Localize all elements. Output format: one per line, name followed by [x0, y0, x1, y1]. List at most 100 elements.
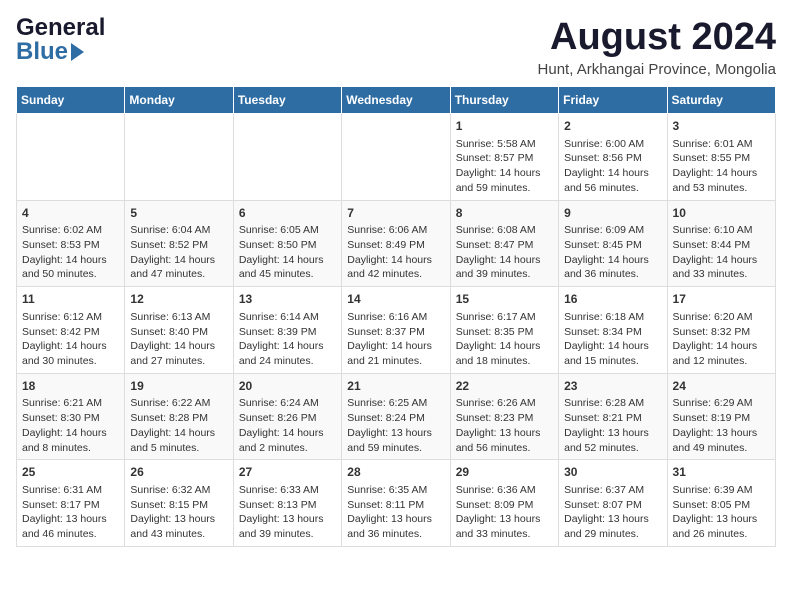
calendar-cell: 4Sunrise: 6:02 AMSunset: 8:53 PMDaylight…	[17, 200, 125, 287]
day-number: 15	[456, 291, 553, 308]
calendar-cell: 3 Sunrise: 6:01 AMSunset: 8:55 PMDaylight…	[667, 114, 775, 201]
day-info: Sunrise: 6:24 AMSunset: 8:26 PMDaylight:…	[239, 396, 336, 455]
day-number: 25	[22, 464, 119, 481]
day-info: Sunrise: 6:37 AMSunset: 8:07 PMDaylight:…	[564, 483, 661, 542]
day-number: 6	[239, 205, 336, 222]
day-info: Sunrise: 6:39 AMSunset: 8:05 PMDaylight:…	[673, 483, 770, 542]
day-number: 23	[564, 378, 661, 395]
calendar-cell	[125, 114, 233, 201]
day-number: 2	[564, 118, 661, 135]
calendar-cell: 30Sunrise: 6:37 AMSunset: 8:07 PMDayligh…	[559, 460, 667, 547]
day-header-tuesday: Tuesday	[233, 87, 341, 114]
day-number: 21	[347, 378, 444, 395]
day-info: Sunrise: 6:29 AMSunset: 8:19 PMDaylight:…	[673, 396, 770, 455]
calendar-cell: 6Sunrise: 6:05 AMSunset: 8:50 PMDaylight…	[233, 200, 341, 287]
calendar-cell: 23Sunrise: 6:28 AMSunset: 8:21 PMDayligh…	[559, 373, 667, 460]
logo-blue-text: Blue	[16, 40, 68, 64]
day-info: Sunrise: 6:01 AMSunset: 8:55 PMDaylight:…	[673, 137, 770, 196]
day-info: Sunrise: 6:16 AMSunset: 8:37 PMDaylight:…	[347, 310, 444, 369]
day-info: Sunrise: 6:20 AMSunset: 8:32 PMDaylight:…	[673, 310, 770, 369]
calendar-cell: 11 Sunrise: 6:12 AMSunset: 8:42 PMDayligh…	[17, 287, 125, 374]
calendar-cell: 2Sunrise: 6:00 AMSunset: 8:56 PMDaylight…	[559, 114, 667, 201]
day-header-thursday: Thursday	[450, 87, 558, 114]
day-number: 19	[130, 378, 227, 395]
day-header-wednesday: Wednesday	[342, 87, 450, 114]
day-info: Sunrise: 6:08 AMSunset: 8:47 PMDaylight:…	[456, 223, 553, 282]
calendar-cell: 10Sunrise: 6:10 AMSunset: 8:44 PMDayligh…	[667, 200, 775, 287]
day-info: Sunrise: 6:13 AMSunset: 8:40 PMDaylight:…	[130, 310, 227, 369]
calendar-cell: 28 Sunrise: 6:35 AMSunset: 8:11 PMDayligh…	[342, 460, 450, 547]
calendar-week-row: 18Sunrise: 6:21 AMSunset: 8:30 PMDayligh…	[17, 373, 776, 460]
day-info: Sunrise: 6:35 AMSunset: 8:11 PMDaylight:…	[347, 483, 444, 542]
calendar-cell: 24Sunrise: 6:29 AMSunset: 8:19 PMDayligh…	[667, 373, 775, 460]
page-header: General Blue August 2024 Hunt, Arkhangai…	[16, 16, 776, 78]
calendar-cell: 22Sunrise: 6:26 AMSunset: 8:23 PMDayligh…	[450, 373, 558, 460]
calendar-cell: 5Sunrise: 6:04 AMSunset: 8:52 PMDaylight…	[125, 200, 233, 287]
calendar-header-row: SundayMondayTuesdayWednesdayThursdayFrid…	[17, 87, 776, 114]
day-number: 16	[564, 291, 661, 308]
calendar-cell	[342, 114, 450, 201]
calendar-cell: 20Sunrise: 6:24 AMSunset: 8:26 PMDayligh…	[233, 373, 341, 460]
day-info: Sunrise: 6:28 AMSunset: 8:21 PMDaylight:…	[564, 396, 661, 455]
day-number: 5	[130, 205, 227, 222]
calendar-cell: 13 Sunrise: 6:14 AMSunset: 8:39 PMDayligh…	[233, 287, 341, 374]
day-info: Sunrise: 6:26 AMSunset: 8:23 PMDaylight:…	[456, 396, 553, 455]
calendar-title: August 2024	[538, 16, 776, 59]
day-info: Sunrise: 6:25 AMSunset: 8:24 PMDaylight:…	[347, 396, 444, 455]
day-number: 1	[456, 118, 553, 135]
calendar-cell: 31 Sunrise: 6:39 AMSunset: 8:05 PMDayligh…	[667, 460, 775, 547]
day-number: 28	[347, 464, 444, 481]
logo-line1: General	[16, 16, 105, 40]
day-number: 7	[347, 205, 444, 222]
day-info: Sunrise: 6:14 AMSunset: 8:39 PMDaylight:…	[239, 310, 336, 369]
calendar-cell: 27 Sunrise: 6:33 AMSunset: 8:13 PMDayligh…	[233, 460, 341, 547]
calendar-cell: 18Sunrise: 6:21 AMSunset: 8:30 PMDayligh…	[17, 373, 125, 460]
calendar-cell: 14 Sunrise: 6:16 AMSunset: 8:37 PMDayligh…	[342, 287, 450, 374]
day-info: Sunrise: 6:33 AMSunset: 8:13 PMDaylight:…	[239, 483, 336, 542]
day-info: Sunrise: 6:04 AMSunset: 8:52 PMDaylight:…	[130, 223, 227, 282]
calendar-week-row: 11 Sunrise: 6:12 AMSunset: 8:42 PMDayligh…	[17, 287, 776, 374]
calendar-cell: 26Sunrise: 6:32 AMSunset: 8:15 PMDayligh…	[125, 460, 233, 547]
day-header-saturday: Saturday	[667, 87, 775, 114]
title-area: August 2024 Hunt, Arkhangai Province, Mo…	[538, 16, 776, 78]
day-number: 14	[347, 291, 444, 308]
calendar-cell: 25Sunrise: 6:31 AMSunset: 8:17 PMDayligh…	[17, 460, 125, 547]
calendar-cell: 19Sunrise: 6:22 AMSunset: 8:28 PMDayligh…	[125, 373, 233, 460]
day-info: Sunrise: 6:02 AMSunset: 8:53 PMDaylight:…	[22, 223, 119, 282]
day-header-friday: Friday	[559, 87, 667, 114]
logo-line2: Blue	[16, 40, 105, 64]
day-number: 10	[673, 205, 770, 222]
day-info: Sunrise: 6:12 AMSunset: 8:42 PMDaylight:…	[22, 310, 119, 369]
day-number: 29	[456, 464, 553, 481]
calendar-cell: 9Sunrise: 6:09 AMSunset: 8:45 PMDaylight…	[559, 200, 667, 287]
day-info: Sunrise: 6:17 AMSunset: 8:35 PMDaylight:…	[456, 310, 553, 369]
day-number: 24	[673, 378, 770, 395]
day-number: 27	[239, 464, 336, 481]
day-number: 8	[456, 205, 553, 222]
day-info: Sunrise: 6:09 AMSunset: 8:45 PMDaylight:…	[564, 223, 661, 282]
day-number: 17	[673, 291, 770, 308]
calendar-cell: 16 Sunrise: 6:18 AMSunset: 8:34 PMDayligh…	[559, 287, 667, 374]
calendar-cell: 17 Sunrise: 6:20 AMSunset: 8:32 PMDayligh…	[667, 287, 775, 374]
calendar-week-row: 4Sunrise: 6:02 AMSunset: 8:53 PMDaylight…	[17, 200, 776, 287]
day-info: Sunrise: 6:05 AMSunset: 8:50 PMDaylight:…	[239, 223, 336, 282]
calendar-cell: 21Sunrise: 6:25 AMSunset: 8:24 PMDayligh…	[342, 373, 450, 460]
day-number: 26	[130, 464, 227, 481]
day-info: Sunrise: 6:18 AMSunset: 8:34 PMDaylight:…	[564, 310, 661, 369]
day-number: 3	[673, 118, 770, 135]
day-number: 4	[22, 205, 119, 222]
calendar-cell: 12 Sunrise: 6:13 AMSunset: 8:40 PMDayligh…	[125, 287, 233, 374]
calendar-subtitle: Hunt, Arkhangai Province, Mongolia	[538, 61, 776, 78]
calendar-cell: 8Sunrise: 6:08 AMSunset: 8:47 PMDaylight…	[450, 200, 558, 287]
day-header-monday: Monday	[125, 87, 233, 114]
day-number: 12	[130, 291, 227, 308]
calendar-week-row: 1Sunrise: 5:58 AMSunset: 8:57 PMDaylight…	[17, 114, 776, 201]
day-number: 13	[239, 291, 336, 308]
day-info: Sunrise: 6:36 AMSunset: 8:09 PMDaylight:…	[456, 483, 553, 542]
day-number: 11	[22, 291, 119, 308]
calendar-cell: 1Sunrise: 5:58 AMSunset: 8:57 PMDaylight…	[450, 114, 558, 201]
calendar-cell: 7Sunrise: 6:06 AMSunset: 8:49 PMDaylight…	[342, 200, 450, 287]
calendar-cell	[17, 114, 125, 201]
day-info: Sunrise: 6:21 AMSunset: 8:30 PMDaylight:…	[22, 396, 119, 455]
day-number: 31	[673, 464, 770, 481]
